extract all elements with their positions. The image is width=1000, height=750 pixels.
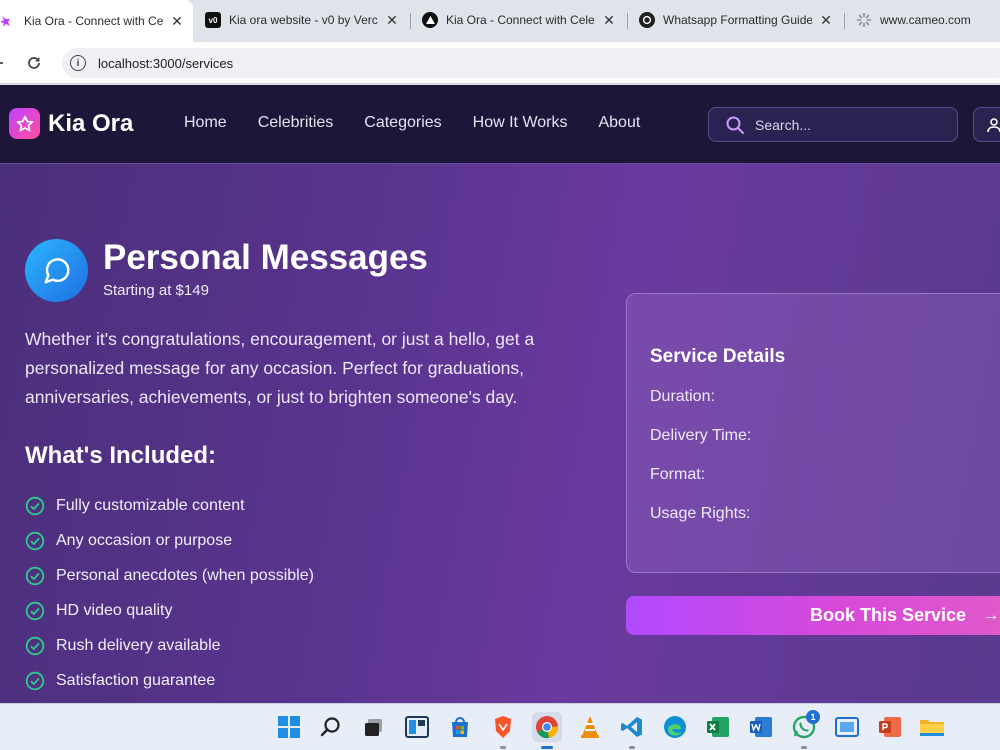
vlc-icon[interactable] — [576, 713, 604, 741]
browser-tab-4[interactable]: Whatsapp Formatting Guide ✕ — [627, 4, 842, 36]
address-bar[interactable]: i localhost:3000/services — [62, 48, 1000, 78]
site-info-icon[interactable]: i — [70, 55, 86, 71]
list-item: Any occasion or purpose — [25, 523, 314, 558]
check-circle-icon — [25, 601, 45, 620]
browser-tab-5[interactable]: www.cameo.com — [844, 4, 1000, 36]
loading-icon — [856, 12, 872, 28]
check-circle-icon — [25, 671, 45, 690]
browser-toolbar: i localhost:3000/services — [0, 42, 1000, 84]
service-price: Starting at $149 — [103, 282, 209, 299]
star-favicon-icon — [0, 16, 10, 27]
openai-favicon-icon — [639, 12, 655, 28]
tab-title: Kia Ora - Connect with Celeb — [24, 14, 163, 28]
reload-icon[interactable] — [21, 50, 47, 76]
included-item-text: Rush delivery available — [56, 636, 221, 654]
included-list: Fully customizable content Any occasion … — [25, 488, 314, 698]
check-circle-icon — [25, 496, 45, 515]
notification-badge: 1 — [806, 710, 820, 724]
included-item-text: HD video quality — [56, 601, 173, 619]
user-icon — [987, 117, 1000, 132]
book-button-label: Book This Service — [810, 605, 967, 625]
star-icon — [9, 108, 40, 139]
service-description: Whether it's congratulations, encouragem… — [25, 329, 535, 407]
word-icon[interactable] — [747, 713, 775, 741]
detail-delivery-time: Delivery Time: — [650, 427, 752, 444]
included-item-text: Any occasion or purpose — [56, 531, 233, 549]
nav-about[interactable]: About — [598, 114, 640, 132]
task-view-icon[interactable] — [360, 713, 388, 741]
service-details-card: Service Details Duration: Delivery Time:… — [626, 293, 1000, 573]
site-header: Kia Ora Home Celebrities Categories How … — [0, 85, 1000, 164]
included-item-text: Fully customizable content — [56, 496, 245, 514]
detail-usage-rights: Usage Rights: — [650, 505, 751, 522]
chrome-icon[interactable] — [532, 712, 562, 742]
v0-favicon-icon: v0 — [205, 12, 221, 28]
included-item-text: Satisfaction guarantee — [56, 671, 216, 689]
account-button[interactable] — [973, 107, 1000, 142]
app-running-indicator — [801, 746, 807, 749]
nav-home[interactable]: Home — [184, 114, 227, 132]
detail-duration: Duration: — [650, 388, 715, 405]
included-item-text: Personal anecdotes (when possible) — [56, 566, 314, 584]
check-circle-icon — [25, 531, 45, 550]
tab-title: Kia ora website - v0 by Verce — [229, 13, 378, 27]
windows-start-icon[interactable] — [275, 713, 303, 741]
list-item: Fully customizable content — [25, 488, 314, 523]
service-title: Personal Messages — [103, 238, 428, 277]
message-circle-icon — [25, 239, 88, 302]
app-active-indicator — [541, 746, 553, 749]
app-running-indicator — [500, 746, 506, 749]
vscode-icon[interactable] — [618, 713, 646, 741]
powerpoint-icon[interactable] — [876, 713, 904, 741]
back-arrow-icon[interactable] — [0, 50, 12, 76]
edge-icon[interactable] — [661, 713, 689, 741]
close-tab-icon[interactable]: ✕ — [384, 12, 400, 29]
tab-title: www.cameo.com — [880, 13, 971, 27]
main-nav: Home Celebrities Categories How It Works… — [184, 114, 671, 132]
list-item: HD video quality — [25, 593, 314, 628]
brand-name: Kia Ora — [48, 109, 134, 137]
check-circle-icon — [25, 566, 45, 585]
list-item: Rush delivery available — [25, 628, 314, 663]
tab-title: Whatsapp Formatting Guide — [663, 13, 812, 27]
web-page: Kia Ora Home Celebrities Categories How … — [0, 85, 1000, 703]
browser-tab-1[interactable]: Kia Ora - Connect with Celeb ✕ — [0, 0, 193, 42]
vercel-favicon-icon — [422, 12, 438, 28]
search-icon[interactable] — [317, 713, 345, 741]
browser-tab-2[interactable]: v0 Kia ora website - v0 by Verce ✕ — [193, 4, 408, 36]
arrow-right-icon: → — [983, 606, 1000, 624]
book-service-button[interactable]: Book This Service → — [626, 596, 1000, 635]
url-text: localhost:3000/services — [98, 55, 234, 71]
file-explorer-icon[interactable] — [918, 713, 946, 741]
nav-how-it-works[interactable]: How It Works — [473, 114, 568, 132]
included-heading: What's Included: — [25, 442, 217, 469]
browser-tab-3[interactable]: Kia Ora - Connect with Celeb ✕ — [410, 4, 625, 36]
search-icon — [726, 116, 744, 134]
widgets-icon[interactable] — [403, 713, 431, 741]
tab-title: Kia Ora - Connect with Celeb — [446, 13, 595, 27]
windows-taskbar: 1 — [0, 703, 1000, 750]
app-running-indicator — [629, 746, 635, 749]
browser-tab-strip: Kia Ora - Connect with Celeb ✕ v0 Kia or… — [0, 0, 1000, 42]
site-search[interactable] — [708, 107, 958, 142]
excel-icon[interactable] — [704, 713, 732, 741]
detail-format: Format: — [650, 466, 706, 483]
nav-celebrities[interactable]: Celebrities — [258, 114, 334, 132]
check-circle-icon — [25, 636, 45, 655]
brand-logo[interactable]: Kia Ora — [9, 108, 133, 139]
close-tab-icon[interactable]: ✕ — [601, 12, 617, 29]
brave-icon[interactable] — [489, 713, 517, 741]
nav-categories[interactable]: Categories — [364, 114, 441, 132]
search-input[interactable] — [755, 116, 945, 133]
close-tab-icon[interactable]: ✕ — [169, 13, 185, 30]
close-tab-icon[interactable]: ✕ — [818, 12, 834, 29]
store-icon[interactable] — [446, 713, 474, 741]
list-item: Satisfaction guarantee — [25, 663, 314, 698]
details-heading: Service Details — [650, 346, 786, 367]
list-item: Personal anecdotes (when possible) — [25, 558, 314, 593]
app-window-icon[interactable] — [833, 713, 861, 741]
